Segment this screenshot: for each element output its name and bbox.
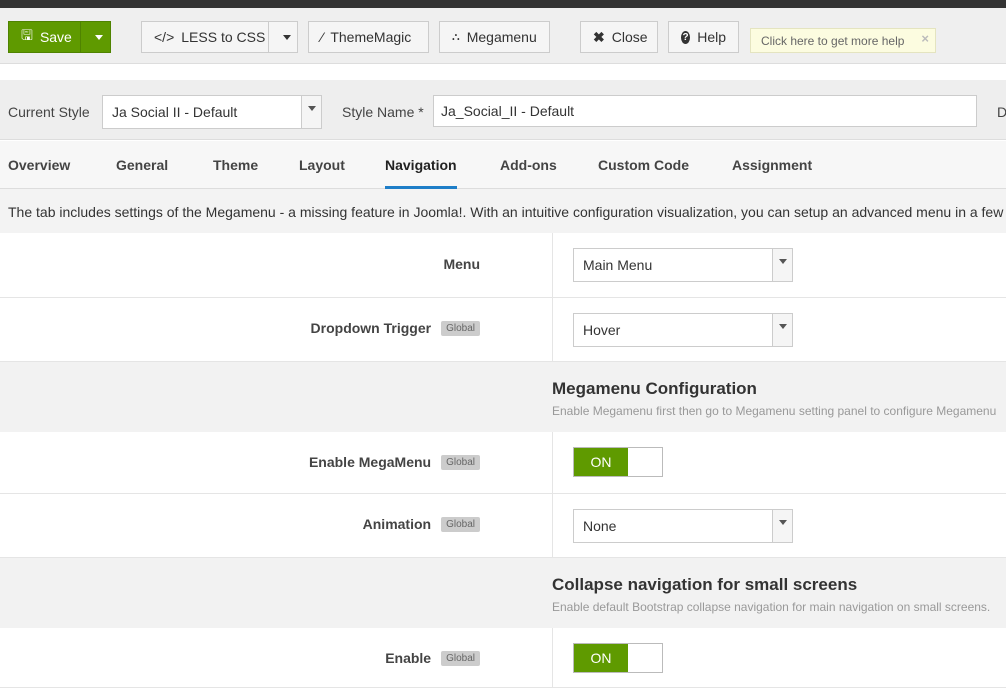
animation-row: Animation Global None [0,494,1006,558]
dropdown-trigger-value: Hover [583,322,621,338]
collapse-nav-section: Collapse navigation for small screens En… [0,558,1006,628]
default-label: D [997,104,1006,120]
thememagic-label: ThemeMagic [330,29,412,45]
magic-wand-icon: ⁄ [321,29,324,45]
enable-megamenu-row: Enable MegaMenu Global ON [0,432,1006,494]
current-style-select[interactable]: Ja Social II - Default [102,95,322,129]
question-icon: ? [681,30,691,44]
tab-description: The tab includes settings of the Megamen… [0,189,1006,233]
close-button[interactable]: ✖ Close [580,21,658,53]
enable-collapse-toggle[interactable]: ON [573,643,663,673]
section-title: Megamenu Configuration [552,379,757,398]
tab-layout[interactable]: Layout [299,157,345,189]
enable-megamenu-label: Enable MegaMenu Global [309,454,480,470]
menu-label: Menu [443,256,480,272]
enable-megamenu-toggle[interactable]: ON [573,447,663,477]
tab-custom-code[interactable]: Custom Code [598,157,689,189]
section-description: Enable Megamenu first then go to Megamen… [552,404,997,418]
enable-label: Enable Global [385,650,480,666]
global-badge: Global [441,650,480,666]
dropdown-trigger-label: Dropdown Trigger Global [311,320,480,336]
less-dropdown-toggle[interactable] [276,34,297,40]
floppy-icon: 🖫 [21,27,33,43]
toggle-on: ON [574,448,628,476]
close-label: Close [611,29,648,45]
help-label: Help [697,29,726,45]
close-icon: ✖ [593,28,605,45]
chevron-down-icon [772,510,792,542]
help-tooltip[interactable]: Click here to get more help × [750,28,936,53]
menu-field-row: Menu Main Menu [0,233,1006,298]
chevron-down-icon [772,314,792,346]
close-icon[interactable]: × [921,31,929,46]
less-to-css-button[interactable]: </> LESS to CSS [141,21,298,53]
save-label: Save [39,29,72,45]
animation-label: Animation Global [363,516,480,532]
chevron-down-icon [772,249,792,281]
current-style-value: Ja Social II - Default [112,104,238,120]
sitemap-icon: ⛬ [452,30,460,43]
save-button[interactable]: 🖫 Save [8,21,111,53]
tab-overview[interactable]: Overview [8,157,70,189]
chevron-down-icon [282,34,291,40]
current-style-label: Current Style [8,104,90,120]
top-bar [0,0,1006,8]
tab-general[interactable]: General [116,157,168,189]
tab-bar: Overview General Theme Layout Navigation… [0,141,1006,189]
megamenu-button[interactable]: ⛬ Megamenu [439,21,550,53]
section-description: Enable default Bootstrap collapse naviga… [552,600,991,614]
animation-select[interactable]: None [573,509,793,543]
less-label: LESS to CSS [181,29,266,45]
global-badge: Global [441,516,480,532]
dropdown-trigger-select[interactable]: Hover [573,313,793,347]
menu-select[interactable]: Main Menu [573,248,793,282]
dropdown-trigger-row: Dropdown Trigger Global Hover [0,298,1006,362]
global-badge: Global [441,454,480,470]
style-name-value: Ja_Social_II - Default [441,103,575,119]
chevron-down-icon [95,34,103,40]
save-dropdown-toggle[interactable] [88,34,110,40]
animation-value: None [583,518,617,534]
toolbar: 🖫 Save </> LESS to CSS ⁄ ThemeMagic ⛬ Megame… [0,8,1006,64]
help-button[interactable]: ? Help [668,21,739,53]
tab-theme[interactable]: Theme [213,157,258,189]
style-name-label: Style Name * [342,104,424,120]
megamenu-config-section: Megamenu Configuration Enable Megamenu f… [0,362,1006,432]
tab-navigation[interactable]: Navigation [385,157,457,189]
code-icon: </> [154,29,175,45]
enable-collapse-row: Enable Global ON [0,628,1006,688]
help-tip-text: Click here to get more help [761,33,905,48]
megamenu-label: Megamenu [466,29,537,45]
style-row: Current Style Ja Social II - Default Sty… [0,80,1006,140]
section-title: Collapse navigation for small screens [552,575,858,594]
menu-value: Main Menu [583,257,653,273]
toggle-on: ON [574,644,628,672]
tab-assignment[interactable]: Assignment [732,157,812,189]
global-badge: Global [441,320,480,336]
style-name-input[interactable]: Ja_Social_II - Default [433,95,977,127]
chevron-down-icon [301,96,321,128]
thememagic-button[interactable]: ⁄ ThemeMagic [308,21,429,53]
tab-add-ons[interactable]: Add-ons [500,157,557,189]
